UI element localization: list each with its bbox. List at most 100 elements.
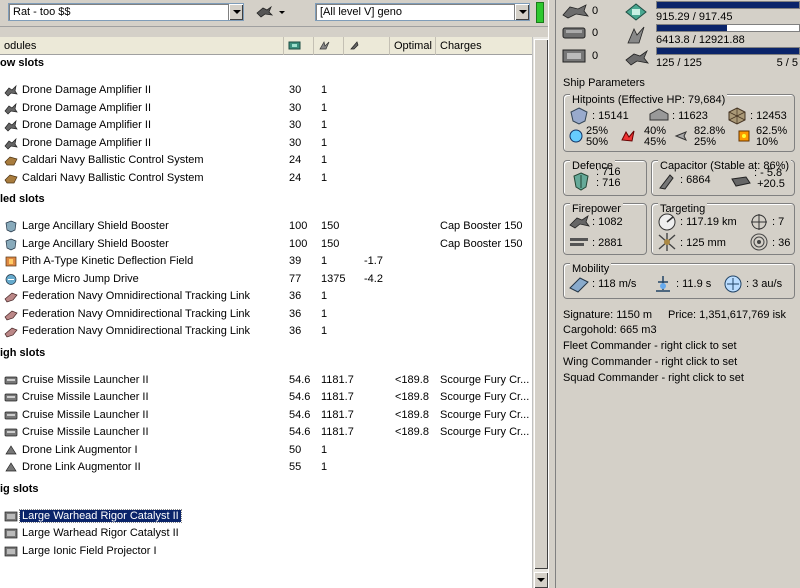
module-name: Drone Damage Amplifier II	[22, 84, 151, 96]
drone-damage-icon	[4, 119, 18, 132]
capacitor-recharge-icon	[731, 176, 751, 187]
module-row[interactable]: Large Warhead Rigor Catalyst II	[0, 508, 532, 525]
scan-resolution-icon	[658, 233, 676, 251]
module-powergrid: 150	[321, 220, 340, 232]
fleet-commander[interactable]: Fleet Commander - right click to set	[563, 340, 737, 352]
module-row[interactable]: Cruise Missile Launcher II 54.6 1181.7 <189…	[0, 372, 532, 389]
drone-menu-button[interactable]	[255, 4, 285, 22]
module-row[interactable]: Pith A-Type Kinetic Deflection Field 39 1 -…	[0, 253, 532, 270]
module-row[interactable]: Cruise Missile Launcher II 54.6 1181.7 <189…	[0, 424, 532, 441]
column-header-modules[interactable]: odules	[0, 37, 284, 55]
shield-icon	[570, 107, 588, 125]
module-cpu: 24	[289, 171, 302, 184]
drone-bandwidth-text: 125 / 125	[656, 57, 702, 69]
drone-bar-fill	[657, 48, 799, 54]
ballistic-control-icon	[4, 174, 18, 183]
squad-commander[interactable]: Squad Commander - right click to set	[563, 372, 744, 384]
velocity-icon	[569, 277, 589, 293]
module-powergrid: 1	[321, 325, 328, 337]
module-row[interactable]: Large Micro Jump Drive 77 1375 -4.2	[0, 271, 532, 288]
missile-launcher-icon	[4, 393, 18, 402]
module-name: Federation Navy Omnidirectional Tracking…	[22, 325, 251, 337]
column-header-charges[interactable]: Charges	[436, 37, 532, 55]
column-header-cpu[interactable]	[284, 37, 314, 55]
module-name: Drone Damage Amplifier II	[22, 136, 151, 149]
powergrid-icon	[627, 26, 645, 44]
module-row[interactable]: Drone Damage Amplifier II 30 1	[0, 117, 532, 134]
max-targets: 7	[778, 216, 785, 228]
module-row[interactable]: Drone Link Augmentor II 55 1	[0, 459, 532, 476]
hitpoints-group: Hitpoints (Effective HP: 79,684) : 15141…	[563, 94, 795, 152]
module-row[interactable]: Federation Navy Omnidirectional Tracking…	[0, 288, 532, 305]
module-cpu: 30	[289, 136, 302, 149]
scan-resolution: 125 mm	[686, 237, 726, 249]
shield-booster-icon	[5, 220, 17, 233]
volley-icon	[569, 215, 590, 229]
module-cpu: 100	[289, 220, 308, 232]
sensor-strength: 36	[778, 237, 791, 249]
slot-section-header: ow slots	[0, 57, 45, 69]
module-name: Drone Link Augmentor II	[22, 461, 141, 473]
ship-parameters-title: Ship Parameters	[563, 77, 645, 89]
module-cpu: 54.6	[289, 408, 311, 421]
module-powergrid: 1	[321, 290, 328, 302]
column-header-capacitor[interactable]	[344, 37, 390, 55]
module-row[interactable]: Large Ionic Field Projector I	[0, 543, 532, 560]
warp-speed: 3 au/s	[752, 278, 783, 290]
module-row[interactable]: Cruise Missile Launcher II 54.6 1181.7 <189…	[0, 389, 532, 406]
explosive-resist-icon	[738, 130, 750, 142]
module-list-scrollbar[interactable]	[532, 37, 548, 588]
align-time: 11.9 s	[682, 278, 712, 290]
wing-commander[interactable]: Wing Commander - right click to set	[563, 356, 737, 368]
drone-bar	[656, 47, 800, 55]
missile-launcher-icon	[4, 411, 18, 419]
rig-icon	[4, 546, 18, 556]
cpu-icon	[288, 41, 301, 50]
drone-link-icon	[5, 462, 17, 472]
missile-launcher-icon	[4, 428, 18, 437]
module-row[interactable]: Federation Navy Omnidirectional Tracking…	[0, 306, 532, 323]
mobility-group: Mobility : 118 m/s : 11.9 s : 3 au/s	[563, 263, 795, 299]
module-row[interactable]: Drone Damage Amplifier II 30 1	[0, 82, 532, 99]
warp-speed-icon	[724, 275, 742, 293]
firepower-group: Firepower : 1082 : 2881	[563, 203, 647, 255]
module-row[interactable]: Caldari Navy Ballistic Control System 24 1	[0, 152, 532, 169]
character-select-dropdown-button[interactable]	[514, 4, 529, 20]
column-header-powergrid[interactable]	[314, 37, 344, 55]
armor-icon	[649, 108, 669, 121]
module-list-header: odules Optimal Charges	[0, 37, 532, 55]
sensor-strength-icon	[750, 233, 768, 251]
fit-select[interactable]: Rat - too $$	[8, 3, 244, 21]
module-powergrid: 1	[321, 255, 328, 267]
module-row[interactable]: Large Ancillary Shield Booster 100 150 Cap …	[0, 236, 532, 253]
status-indicator	[536, 2, 544, 23]
module-row[interactable]: Federation Navy Omnidirectional Tracking…	[0, 323, 532, 340]
drone-usage: 125 / 125 5 / 5	[622, 46, 800, 70]
module-capacitor: -1.7	[364, 255, 383, 267]
module-row[interactable]: Large Ancillary Shield Booster 100 150 Cap …	[0, 218, 532, 235]
module-row[interactable]: Drone Damage Amplifier II 30 1	[0, 100, 532, 117]
module-row[interactable]: Caldari Navy Ballistic Control System 24 1	[0, 170, 532, 187]
volley-damage: 1082	[598, 216, 623, 228]
module-row[interactable]: Large Warhead Rigor Catalyst II	[0, 525, 532, 542]
module-name: Cruise Missile Launcher II	[22, 408, 149, 421]
signature-text: Signature: 1150 m	[563, 309, 653, 321]
column-header-optimal[interactable]: Optimal	[390, 37, 436, 55]
fit-select-value: Rat - too $$	[13, 6, 71, 18]
align-time-icon	[656, 276, 670, 292]
max-targets-icon	[751, 214, 767, 230]
module-row[interactable]: Drone Damage Amplifier II 30 1	[0, 135, 532, 152]
module-row[interactable]: Cruise Missile Launcher II 54.6 1181.7 <189…	[0, 407, 532, 424]
defence-icon	[573, 172, 589, 191]
fit-select-dropdown-button[interactable]	[228, 4, 243, 20]
character-select[interactable]: [All level V] geno	[315, 3, 530, 21]
module-row[interactable]: Drone Link Augmentor I 50 1	[0, 442, 532, 459]
scrollbar-thumb[interactable]	[534, 39, 548, 569]
scroll-down-button[interactable]	[534, 572, 548, 588]
module-capacitor: -4.2	[364, 272, 383, 285]
drone-damage-icon	[4, 84, 18, 97]
module-cpu: 36	[289, 290, 302, 302]
targeting-group: Targeting : 117.19 km : 7 : 125 mm : 36	[651, 203, 795, 255]
panel-splitter[interactable]	[548, 0, 556, 588]
module-cpu: 30	[289, 84, 302, 96]
